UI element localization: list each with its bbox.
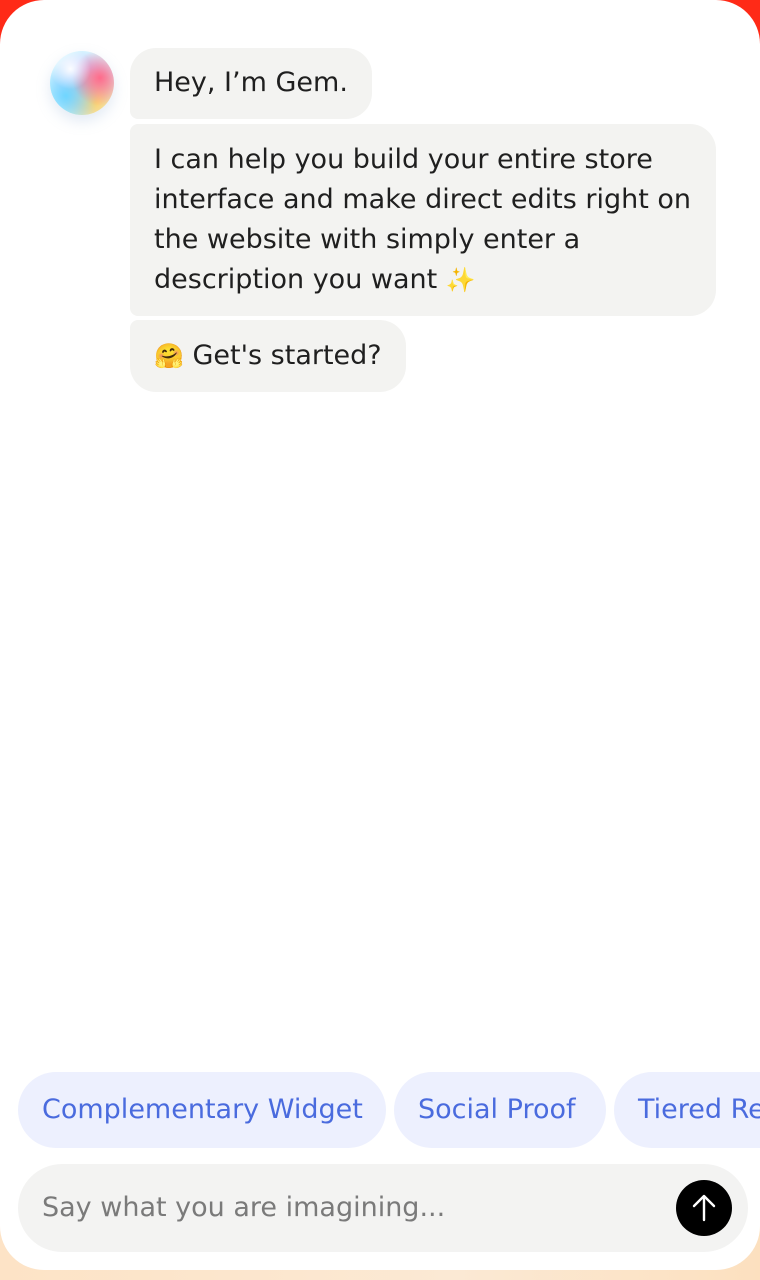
suggestion-label: Complementary Widget [42, 1094, 363, 1125]
suggestion-label: Tiered Re [638, 1094, 760, 1125]
sparkles-icon: ✨ [445, 266, 476, 294]
suggestion-chip-tiered[interactable]: Tiered Re [614, 1072, 760, 1148]
message-text: Hey, I’m Gem. [154, 67, 348, 98]
suggestion-chip-social-proof[interactable]: Social Proof [394, 1072, 606, 1148]
message-text: Get's started? [192, 340, 382, 371]
composer-bar [18, 1164, 748, 1252]
suggestion-label: Social Proof [418, 1094, 576, 1125]
hugging-face-icon: 🤗 [154, 342, 184, 370]
suggestion-chip-complementary-widget[interactable]: Complementary Widget [18, 1072, 386, 1148]
chat-panel: Hey, I’m Gem. I can help you build your … [0, 0, 760, 1270]
chat-input[interactable] [42, 1164, 662, 1252]
send-button[interactable] [676, 1180, 732, 1236]
message-text: I can help you build your entire store i… [154, 144, 692, 295]
chat-message-greeting: Hey, I’m Gem. [130, 48, 372, 119]
chat-message-prompt: 🤗 Get's started? [130, 320, 406, 392]
assistant-avatar [50, 51, 114, 115]
chat-message-intro: I can help you build your entire store i… [130, 124, 716, 316]
arrow-up-icon [692, 1194, 716, 1222]
